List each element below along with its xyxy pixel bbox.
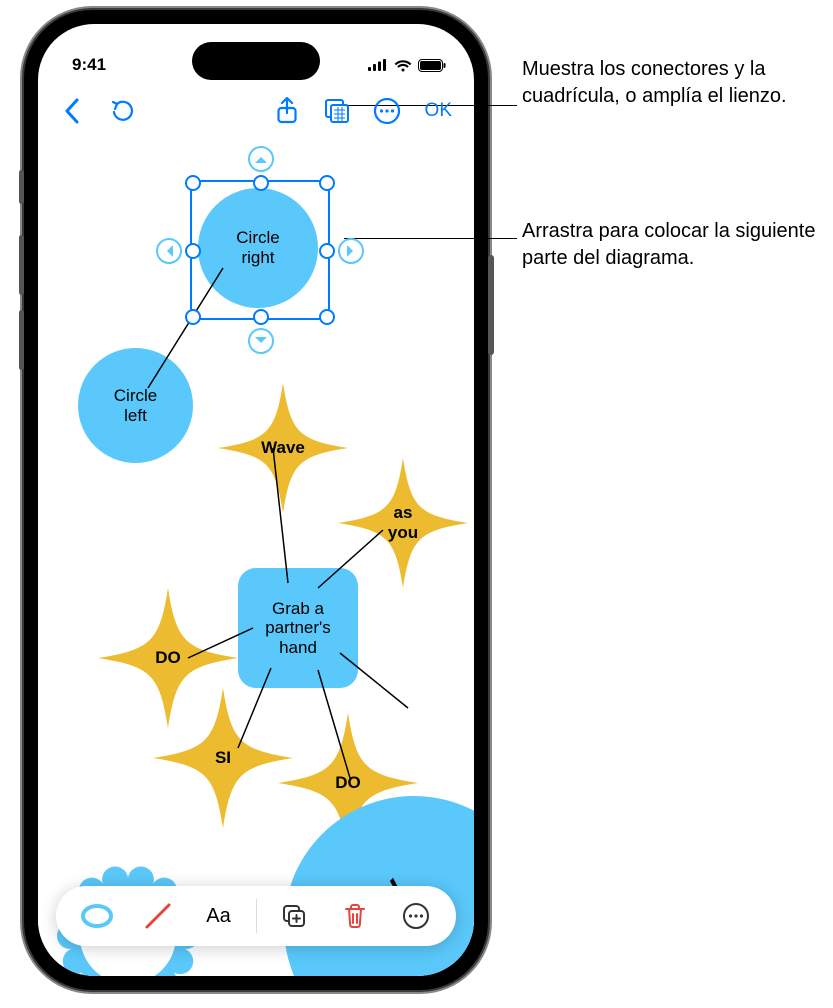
volume-down-button xyxy=(19,310,24,370)
connector-arrow-up[interactable] xyxy=(248,146,274,172)
delete-button[interactable] xyxy=(331,892,379,940)
status-right xyxy=(368,59,446,72)
layout-options-button[interactable] xyxy=(317,91,357,131)
node-label: DO xyxy=(335,773,361,793)
top-toolbar: OK xyxy=(38,84,474,138)
connector-arrow-right[interactable] xyxy=(338,238,364,264)
resize-handle-n[interactable] xyxy=(253,175,269,191)
node-label: SI xyxy=(215,748,231,768)
stroke-style-button[interactable] xyxy=(134,892,182,940)
shape-toolbar: Aa xyxy=(56,886,456,946)
selection-box[interactable] xyxy=(190,180,330,320)
more-actions-button[interactable] xyxy=(392,892,440,940)
screen: 9:41 OK xyxy=(38,24,474,976)
resize-handle-sw[interactable] xyxy=(185,309,201,325)
resize-handle-w[interactable] xyxy=(185,243,201,259)
duplicate-button[interactable] xyxy=(270,892,318,940)
node-label: DO xyxy=(155,648,181,668)
volume-up-button xyxy=(19,235,24,295)
resize-handle-s[interactable] xyxy=(253,309,269,325)
fill-color-button[interactable] xyxy=(73,892,121,940)
node-label: as you xyxy=(388,503,418,542)
ok-button[interactable]: OK xyxy=(417,100,460,122)
resize-handle-nw[interactable] xyxy=(185,175,201,191)
resize-handle-se[interactable] xyxy=(319,309,335,325)
share-button[interactable] xyxy=(267,91,307,131)
power-button xyxy=(488,255,494,355)
cellular-icon xyxy=(368,59,388,71)
resize-handle-e[interactable] xyxy=(319,243,335,259)
node-label: Wave xyxy=(261,438,305,458)
dynamic-island xyxy=(192,42,320,80)
text-style-button[interactable]: Aa xyxy=(195,892,243,940)
undo-button[interactable] xyxy=(102,91,142,131)
phone-frame: 9:41 OK xyxy=(24,10,488,990)
resize-handle-ne[interactable] xyxy=(319,175,335,191)
separator xyxy=(256,899,257,933)
wifi-icon xyxy=(394,59,412,72)
battery-icon xyxy=(418,59,446,72)
back-button[interactable] xyxy=(52,91,92,131)
clock: 9:41 xyxy=(72,55,106,75)
callout-top: Muestra los conectores y la cuadrícula, … xyxy=(522,56,832,110)
connector-arrow-down[interactable] xyxy=(248,328,274,354)
callout-mid: Arrastra para colocar la siguiente parte… xyxy=(522,218,832,272)
more-button[interactable] xyxy=(367,91,407,131)
silence-switch xyxy=(19,170,24,204)
connector-arrow-left[interactable] xyxy=(156,238,182,264)
diagram-canvas[interactable]: Circle right Circle left xyxy=(38,138,474,976)
